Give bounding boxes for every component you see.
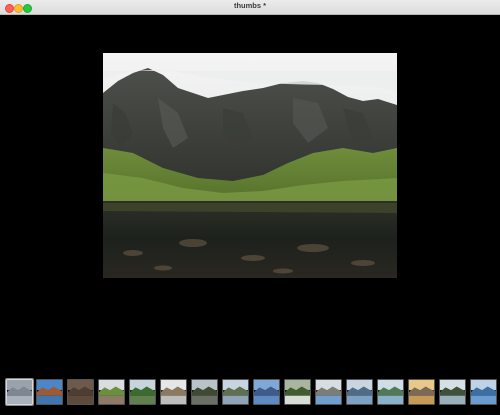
- title-bar[interactable]: thumbs *: [0, 0, 500, 15]
- viewer-stage: [0, 15, 500, 415]
- thumbnail-4[interactable]: [98, 379, 125, 405]
- thumbnail-2[interactable]: [36, 379, 63, 405]
- thumbnail-strip: [0, 379, 500, 415]
- thumbnail-13[interactable]: [377, 379, 404, 405]
- thumbnail-8[interactable]: [222, 379, 249, 405]
- main-photo: [103, 53, 397, 278]
- thumbnail-14[interactable]: [408, 379, 435, 405]
- thumbnail-15[interactable]: [439, 379, 466, 405]
- thumbnail-3[interactable]: [67, 379, 94, 405]
- thumbnail-6[interactable]: [160, 379, 187, 405]
- thumbnail-11[interactable]: [315, 379, 342, 405]
- thumbnail-1[interactable]: [6, 379, 33, 405]
- thumbnail-9[interactable]: [253, 379, 280, 405]
- thumbnail-7[interactable]: [191, 379, 218, 405]
- thumbnail-16[interactable]: [470, 379, 497, 405]
- thumbnail-5[interactable]: [129, 379, 156, 405]
- thumbnail-10[interactable]: [284, 379, 311, 405]
- app-window: thumbs *: [0, 0, 500, 415]
- window-title: thumbs *: [233, 1, 267, 10]
- thumbnail-12[interactable]: [346, 379, 373, 405]
